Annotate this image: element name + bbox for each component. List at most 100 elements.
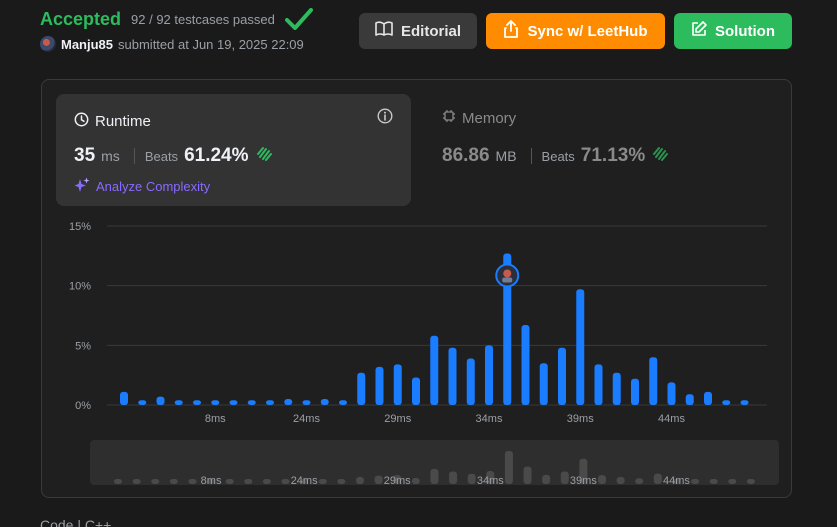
- chart-bar[interactable]: [685, 394, 694, 405]
- overview-tick-label: 39ms: [570, 475, 597, 487]
- chart-bar[interactable]: [247, 400, 256, 405]
- overview-tick-label: 29ms: [384, 475, 411, 487]
- overview-bar: [542, 474, 551, 484]
- submitted-at: submitted at Jun 19, 2025 22:09: [118, 36, 304, 52]
- testcases-passed: 92 / 92 testcases passed: [131, 11, 275, 27]
- chart-bar[interactable]: [521, 325, 530, 405]
- book-icon: [375, 21, 393, 41]
- x-tick-label: 8ms: [205, 413, 226, 425]
- chart-bar[interactable]: [174, 400, 183, 405]
- chart-bar[interactable]: [284, 399, 293, 405]
- editorial-label: Editorial: [400, 22, 461, 40]
- chart-bar[interactable]: [211, 400, 220, 405]
- chart-bar[interactable]: [612, 372, 621, 405]
- chart-bar[interactable]: [448, 347, 457, 405]
- y-tick-label: 5%: [75, 340, 91, 352]
- overview-bar: [504, 450, 513, 484]
- x-tick-label: 34ms: [476, 413, 503, 425]
- chart-bar[interactable]: [120, 391, 128, 405]
- overview-bar: [337, 479, 346, 484]
- solution-button[interactable]: Solution: [674, 13, 792, 49]
- chart-bar[interactable]: [339, 400, 347, 405]
- avatar-marker-face: [503, 269, 512, 278]
- overview-bar: [355, 476, 364, 484]
- chart-bar[interactable]: [357, 372, 366, 405]
- submission-header: Accepted 92 / 92 testcases passed Manju8…: [40, 8, 313, 52]
- overview-tick-label: 44ms: [663, 475, 690, 487]
- overview-bar: [449, 471, 458, 484]
- chart-bar[interactable]: [393, 364, 402, 405]
- overview-bar: [244, 479, 253, 484]
- chart-bar[interactable]: [704, 391, 712, 405]
- upload-icon: [503, 20, 519, 42]
- code-language-label: Code | C++: [40, 517, 112, 527]
- overview-bar: [560, 471, 569, 484]
- chart-bar[interactable]: [539, 363, 548, 405]
- runtime-distribution-chart[interactable]: 15% 10% 5% 0% 8ms 24ms 29ms 34ms 39ms 44ms 8ms 24…: [42, 80, 793, 499]
- overview-bar: [169, 479, 178, 484]
- chart-bar[interactable]: [193, 400, 201, 405]
- chart-bar[interactable]: [138, 400, 147, 405]
- overview-tick-label: 24ms: [291, 475, 318, 487]
- status-accepted: Accepted: [40, 8, 122, 29]
- avatar-marker-body: [502, 277, 513, 283]
- y-tick-label: 15%: [69, 221, 91, 233]
- chart-bar[interactable]: [430, 335, 439, 405]
- chart-bar[interactable]: [594, 364, 603, 405]
- overview-bar: [151, 479, 160, 484]
- overview-bar: [728, 479, 737, 484]
- overview-bar: [709, 479, 718, 484]
- chart-bar[interactable]: [558, 347, 566, 405]
- avatar[interactable]: [40, 36, 56, 52]
- x-tick-label: 39ms: [567, 413, 594, 425]
- overview-bar: [281, 479, 290, 484]
- check-icon: [284, 8, 313, 30]
- username-link[interactable]: Manju85: [61, 37, 113, 52]
- chart-bar[interactable]: [320, 399, 329, 405]
- overview-bar: [746, 479, 755, 484]
- edit-icon: [691, 21, 707, 41]
- result-panel: Runtime 35 ms Beats 61.24% Analyze Compl…: [41, 79, 792, 498]
- overview-bar: [467, 473, 476, 484]
- y-tick-label: 10%: [69, 281, 91, 293]
- overview-bar: [691, 479, 700, 484]
- chart-bar[interactable]: [649, 357, 658, 405]
- overview-tick-label: 34ms: [477, 475, 504, 487]
- sync-leethub-button[interactable]: Sync w/ LeetHub: [486, 13, 665, 49]
- chart-bar[interactable]: [667, 382, 676, 405]
- chart-bar[interactable]: [722, 400, 731, 405]
- overview-bar: [616, 476, 625, 484]
- chart-bar[interactable]: [740, 400, 749, 405]
- overview-bar: [635, 478, 644, 484]
- chart-bar[interactable]: [631, 378, 639, 405]
- chart-bar[interactable]: [229, 400, 238, 405]
- chart-bar[interactable]: [485, 345, 493, 405]
- x-tick-label: 24ms: [293, 413, 320, 425]
- x-tick-label: 29ms: [384, 413, 411, 425]
- chart-bar[interactable]: [576, 289, 585, 405]
- chart-bar[interactable]: [412, 377, 420, 405]
- y-tick-label: 0%: [75, 400, 91, 412]
- chart-bar[interactable]: [302, 400, 311, 405]
- sync-label: Sync w/ LeetHub: [527, 22, 648, 40]
- overview-bar: [523, 466, 532, 484]
- overview-tick-label: 8ms: [201, 475, 222, 487]
- chart-bar[interactable]: [466, 358, 475, 405]
- x-tick-label: 44ms: [658, 413, 685, 425]
- overview-bar: [262, 479, 271, 484]
- overview-bar: [188, 479, 197, 484]
- overview-bar: [132, 479, 141, 484]
- overview-bar: [114, 479, 122, 484]
- overview-bar: [374, 475, 383, 484]
- overview-bar: [225, 479, 234, 484]
- overview-bar: [430, 468, 439, 484]
- chart-bar[interactable]: [375, 366, 384, 405]
- overview-bar: [653, 473, 662, 484]
- overview-bar: [318, 479, 327, 484]
- chart-bar[interactable]: [266, 400, 274, 405]
- editorial-button[interactable]: Editorial: [359, 13, 477, 49]
- solution-label: Solution: [715, 22, 775, 40]
- chart-bar[interactable]: [156, 396, 165, 405]
- overview-bar: [597, 475, 606, 484]
- overview-bar: [411, 478, 420, 484]
